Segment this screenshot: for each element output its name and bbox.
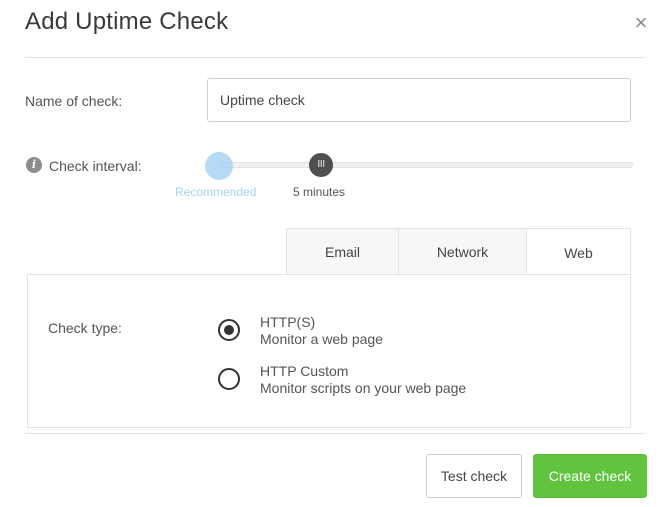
radio-selected-dot — [224, 325, 234, 335]
check-type-label: Check type: — [48, 320, 122, 336]
close-icon[interactable]: × — [630, 12, 652, 34]
tab-email[interactable]: Email — [286, 228, 398, 275]
name-of-check-input[interactable] — [207, 78, 631, 122]
check-interval-label: Check interval: — [49, 158, 142, 174]
tab-web[interactable]: Web — [526, 228, 631, 276]
dialog-title: Add Uptime Check — [25, 8, 229, 35]
test-check-button[interactable]: Test check — [426, 454, 522, 498]
option-http-custom-title: HTTP Custom — [260, 363, 349, 379]
footer-divider — [25, 433, 645, 434]
recommended-marker — [205, 152, 233, 180]
create-check-button[interactable]: Create check — [533, 454, 647, 498]
recommended-label: Recommended — [175, 185, 257, 199]
web-tab-panel: Check type: HTTP(S) Monitor a web page H… — [27, 274, 631, 428]
option-https-description: Monitor a web page — [260, 331, 383, 347]
radio-https[interactable] — [218, 319, 240, 341]
option-https-title: HTTP(S) — [260, 314, 316, 330]
check-category-tabs: Email Network Web — [286, 228, 631, 276]
interval-value-label: 5 minutes — [293, 185, 346, 199]
slider-grip-icon[interactable]: III — [309, 153, 333, 177]
info-icon[interactable]: i — [26, 157, 42, 173]
name-of-check-label: Name of check: — [25, 93, 123, 109]
option-http-custom-description: Monitor scripts on your web page — [260, 380, 467, 396]
header-divider — [25, 57, 645, 58]
interval-slider-track[interactable] — [218, 162, 633, 168]
radio-http-custom[interactable] — [218, 368, 240, 390]
tab-network[interactable]: Network — [398, 228, 526, 275]
